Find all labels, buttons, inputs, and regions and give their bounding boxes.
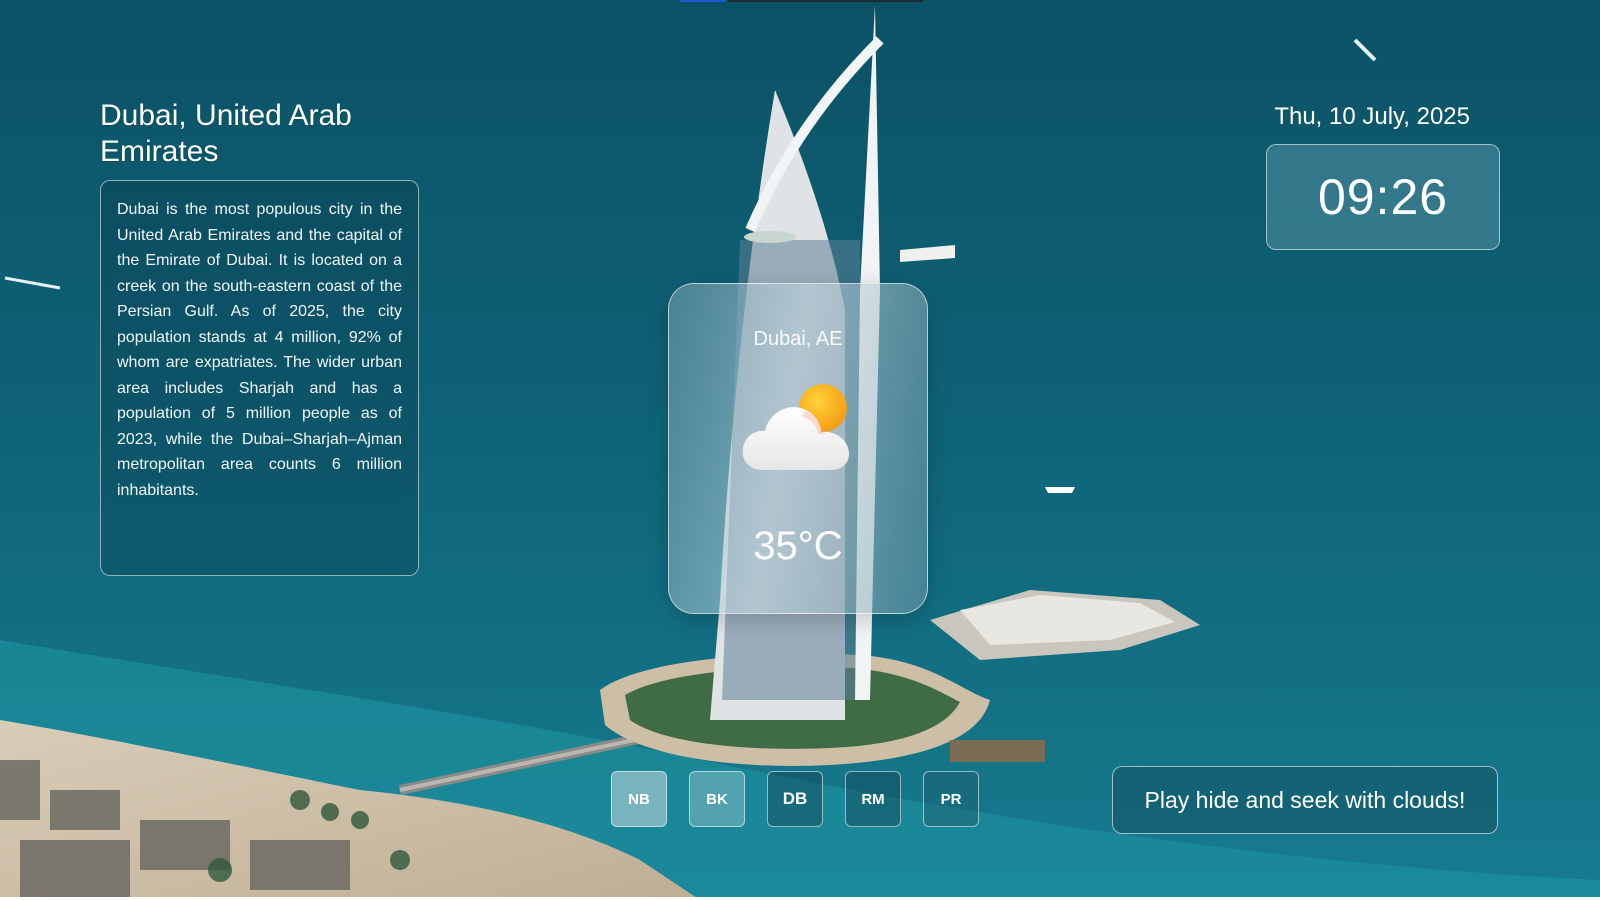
app-screen: Dubai, United Arab Emirates Dubai is the…	[0, 0, 1600, 900]
current-date: Thu, 10 July, 2025	[1274, 103, 1470, 130]
top-accent-bar	[0, 0, 1600, 3]
clock-card: 09:26	[1266, 144, 1500, 250]
weather-temperature: 35°C	[753, 524, 843, 568]
clock-time: 09:26	[1317, 169, 1449, 225]
weather-card: Dubai, AE 35°C	[668, 283, 928, 614]
top-dark-segment	[728, 0, 923, 2]
city-button-nb[interactable]: NB	[611, 771, 667, 827]
city-description-text: Dubai is the most populous city in the U…	[117, 201, 402, 499]
city-button-rm[interactable]: RM	[845, 771, 901, 827]
hide-and-seek-clouds-button[interactable]: Play hide and seek with clouds!	[1112, 766, 1498, 834]
weather-location: Dubai, AE	[753, 328, 843, 350]
partly-cloudy-icon	[742, 384, 849, 470]
city-button-bk[interactable]: BK	[689, 771, 745, 827]
top-accent-segment	[680, 0, 726, 2]
city-button-db[interactable]: DB	[767, 771, 823, 827]
city-description-card: Dubai is the most populous city in the U…	[100, 180, 419, 576]
city-selector: NB BK DB RM PR	[611, 771, 979, 827]
city-button-pr[interactable]: PR	[923, 771, 979, 827]
city-title: Dubai, United Arab Emirates	[100, 99, 352, 168]
